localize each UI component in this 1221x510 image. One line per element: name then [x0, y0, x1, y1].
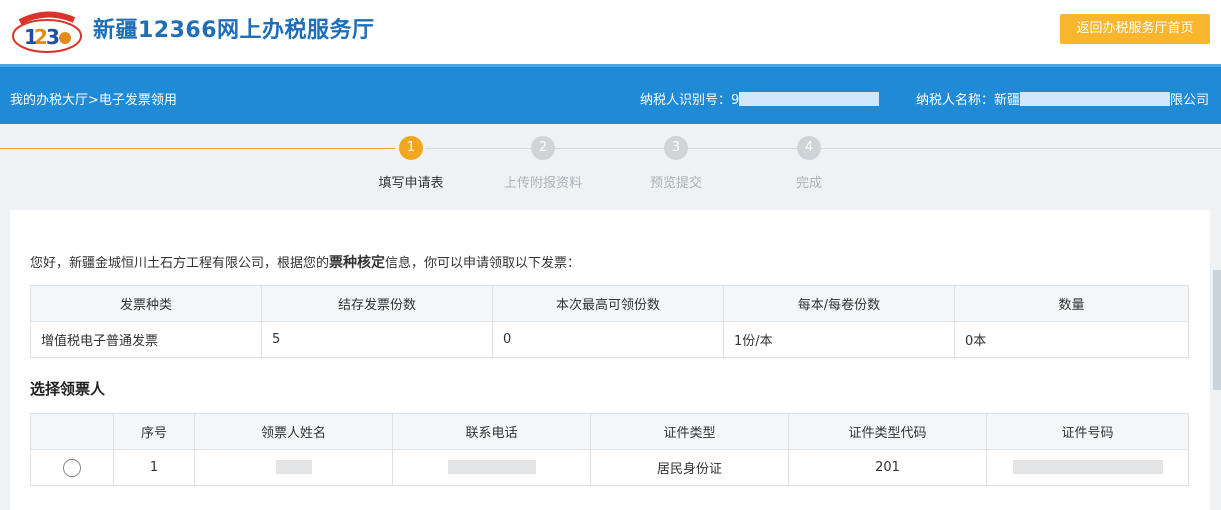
cell-id-number [986, 449, 1189, 486]
greeting-after: 信息，你可以申请领取以下发票： [385, 256, 581, 271]
step-4-label: 完成 [795, 176, 822, 191]
header-phone: 联系电话 [392, 413, 591, 450]
cell-phone [392, 449, 591, 486]
cell-select [30, 449, 114, 486]
cell-quantity: 0本 [954, 321, 1189, 358]
step-4: 4 完成 [754, 136, 864, 191]
cell-receiver-name [194, 449, 393, 486]
site-title: 新疆12366网上办税服务厅 [93, 18, 375, 43]
id-number-redacted [1012, 459, 1163, 474]
progress-steps: 1 填写申请表 2 上传附报资料 3 预览提交 4 完成 [0, 126, 1221, 196]
header-max-count: 本次最高可领份数 [492, 285, 724, 322]
header-per-book: 每本/每卷份数 [723, 285, 955, 322]
phone-redacted [447, 459, 536, 474]
page-scrollbar[interactable] [1213, 270, 1221, 390]
step-line-done [0, 148, 395, 149]
step-4-number: 4 [797, 136, 821, 160]
greeting-bold: 票种核定 [329, 255, 386, 271]
header-invoice-type: 发票种类 [30, 285, 262, 322]
info-bar: 我的办税大厅>电子发票领用 纳税人识别号：9 纳税人名称：新疆 限公司 [0, 64, 1221, 124]
step-2-number: 2 [531, 136, 555, 160]
header-quantity: 数量 [954, 285, 1189, 322]
taxpayer-name-suffix: 限公司 [1170, 93, 1210, 108]
cell-id-type: 居民身份证 [590, 449, 789, 486]
cell-index: 1 [113, 449, 195, 486]
step-3: 3 预览提交 [621, 136, 731, 191]
header-id-number: 证件号码 [986, 413, 1189, 450]
header: 1 2 3 新疆12366网上办税服务厅 返回办税服务厅首页 [0, 0, 1221, 64]
cell-invoice-type: 增值税电子普通发票 [30, 321, 262, 358]
step-3-label: 预览提交 [649, 176, 702, 191]
step-3-number: 3 [664, 136, 688, 160]
svg-text:3: 3 [46, 25, 60, 49]
step-1-label: 填写申请表 [378, 176, 444, 191]
cell-per-book: 1份/本 [723, 321, 955, 358]
taxpayer-id: 纳税人识别号：9 [640, 89, 880, 108]
receiver-section-title: 选择领票人 [30, 380, 106, 398]
receiver-radio[interactable] [63, 458, 81, 477]
header-id-type: 证件类型 [590, 413, 789, 450]
taxpayer-name-label: 纳税人名称：新疆 [916, 93, 1021, 108]
cell-stock-count: 5 [261, 321, 493, 358]
header-receiver-name: 领票人姓名 [194, 413, 393, 450]
step-1: 1 填写申请表 [356, 136, 466, 191]
receiver-name-redacted [275, 459, 312, 474]
header-id-type-code: 证件类型代码 [788, 413, 987, 450]
taxpayer-name: 纳税人名称：新疆 限公司 [916, 89, 1209, 108]
table-row: 增值税电子普通发票 5 0 1份/本 0本 [30, 321, 1189, 358]
cell-max-count: 0 [492, 321, 724, 358]
breadcrumb[interactable]: 我的办税大厅>电子发票领用 [10, 89, 177, 108]
receiver-table-header: 序号 领票人姓名 联系电话 证件类型 证件类型代码 证件号码 [30, 413, 1189, 450]
table-row: 1 居民身份证 201 [30, 449, 1189, 486]
greeting-before: 您好，新疆金城恒川土石方工程有限公司，根据您的 [30, 256, 330, 271]
header-index: 序号 [113, 413, 195, 450]
taxpayer-id-redacted [739, 92, 880, 106]
return-home-button[interactable]: 返回办税服务厅首页 [1060, 14, 1210, 44]
greeting-text: 您好，新疆金城恒川土石方工程有限公司，根据您的票种核定信息，你可以申请领取以下发… [30, 252, 580, 272]
12366-logo: 1 2 3 [12, 11, 82, 53]
step-1-number: 1 [399, 136, 423, 160]
receiver-table: 序号 领票人姓名 联系电话 证件类型 证件类型代码 证件号码 1 居民身份证 2… [30, 413, 1189, 486]
taxpayer-id-label: 纳税人识别号：9 [640, 93, 740, 108]
header-stock-count: 结存发票份数 [261, 285, 493, 322]
header-select [30, 413, 114, 450]
invoice-table: 发票种类 结存发票份数 本次最高可领份数 每本/每卷份数 数量 增值税电子普通发… [30, 285, 1189, 358]
cell-id-type-code: 201 [788, 449, 987, 486]
invoice-table-header: 发票种类 结存发票份数 本次最高可领份数 每本/每卷份数 数量 [30, 285, 1189, 322]
taxpayer-name-redacted [1020, 92, 1171, 106]
step-2-label: 上传附报资料 [503, 176, 582, 191]
step-2: 2 上传附报资料 [488, 136, 598, 191]
application-card: 您好，新疆金城恒川土石方工程有限公司，根据您的票种核定信息，你可以申请领取以下发… [10, 210, 1210, 510]
